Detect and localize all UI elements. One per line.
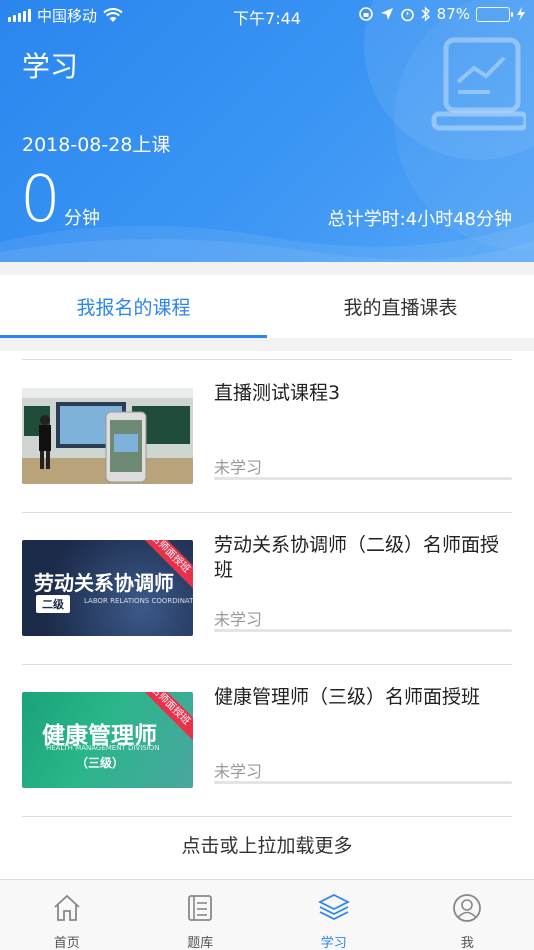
course-status: 未学习 [214,610,263,629]
course-status: 未学习 [214,458,263,477]
nav-label: 我 [460,936,474,950]
rotation-lock-icon [358,7,373,21]
layers-icon [317,893,350,921]
course-title: 健康管理师（三级）名师面授班 [214,686,481,708]
course-progress-bar [214,781,512,784]
thumbnail-level: （三级） [76,756,125,770]
bluetooth-icon [421,6,430,22]
question-bank-icon [188,895,213,921]
course-progress-bar [214,477,512,480]
course-item[interactable]: 健康管理师 HEALTH MANAGEMENT DIVISION （三级） 名师… [0,655,534,807]
page-title: 学习 [22,50,79,83]
course-title: 直播测试课程3 [214,382,341,404]
nav-study[interactable]: 学习 [267,880,401,950]
status-bar: 中国移动 下午7:44 87% [0,0,534,30]
course-title: 劳动关系协调师（二级）名师面授班 [214,534,500,581]
bottom-nav: 首页 题库 学习 我 [0,879,534,950]
course-progress-bar [214,629,512,632]
active-tab-indicator [0,335,267,338]
course-status: 未学习 [214,762,263,781]
status-right: 87% [358,5,526,23]
battery-icon [476,6,513,22]
study-minutes: 0 [20,163,61,237]
tab-live-schedule[interactable]: 我的直播课表 [267,275,534,338]
location-icon [380,8,393,20]
minutes-unit: 分钟 [64,208,100,229]
user-icon [453,894,482,922]
nav-question-bank[interactable]: 题库 [134,880,268,950]
nav-home[interactable]: 首页 [0,880,134,950]
class-date: 2018-08-28上课 [22,134,171,156]
home-icon [54,894,80,921]
charging-icon [517,7,525,21]
thumbnail-title: 劳动关系协调师 [34,571,174,595]
study-header: 中国移动 下午7:44 87% 学习 2018-08-28上课 0 分钟 总计学… [0,0,534,262]
course-tabs: 我报名的课程 我的直播课表 [0,275,534,338]
nav-label: 题库 [187,936,214,950]
nav-me[interactable]: 我 [401,880,534,950]
course-list: 直播测试课程3 未学习 劳动关系协调师 二级 LABOR RELATIONS C… [0,351,534,879]
course-item[interactable]: 劳动关系协调师 二级 LABOR RELATIONS COORDINATOR 名… [0,503,534,655]
alarm-icon [400,8,414,21]
thumbnail-english: HEALTH MANAGEMENT DIVISION [46,744,160,752]
battery-percent: 87% [436,5,470,23]
course-item[interactable]: 直播测试课程3 未学习 [0,351,534,503]
course-thumbnail: 劳动关系协调师 二级 LABOR RELATIONS COORDINATOR 名… [22,540,193,636]
nav-label: 学习 [320,936,347,950]
thumbnail-english: LABOR RELATIONS COORDINATOR [84,597,193,605]
load-more-button[interactable]: 点击或上拉加载更多 [0,831,534,858]
thumbnail-level: 二级 [36,595,70,613]
classroom-photo [22,388,193,484]
divider [22,816,512,817]
laptop-chart-icon [431,37,526,131]
course-thumbnail: 健康管理师 HEALTH MANAGEMENT DIVISION （三级） 名师… [22,692,193,788]
app-page: 中国移动 下午7:44 87% 学习 2018-08-28上课 0 分钟 总计学… [0,0,534,950]
nav-label: 首页 [53,936,80,950]
total-study-time: 总计学时:4小时48分钟 [327,209,512,230]
tab-enrolled-courses[interactable]: 我报名的课程 [0,275,267,338]
course-thumbnail [22,388,193,484]
